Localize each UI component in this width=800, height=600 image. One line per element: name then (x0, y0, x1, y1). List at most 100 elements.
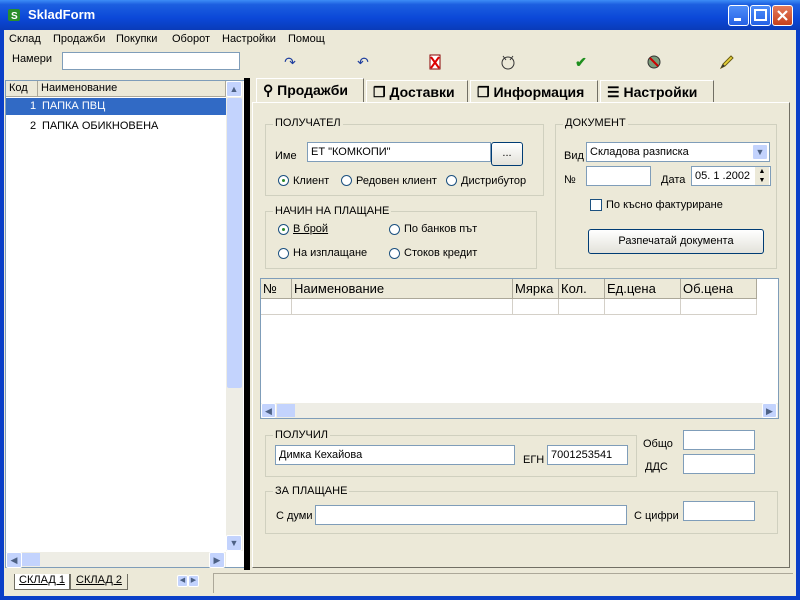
payment-method-group (265, 211, 537, 269)
radio-cash-label: В брой (293, 223, 329, 235)
column-header-unit[interactable]: Мярка (513, 279, 559, 299)
grid-cell[interactable] (605, 299, 681, 315)
radio-client-label: Клиент (293, 175, 330, 187)
grid-cell[interactable] (681, 299, 757, 315)
find-input[interactable] (62, 52, 240, 70)
scroll-thumb[interactable] (22, 553, 40, 566)
late-invoice-checkbox[interactable] (590, 199, 602, 211)
grid-horizontal-scrollbar[interactable] (261, 403, 778, 418)
name-label: Име (275, 150, 297, 162)
scroll-thumb[interactable] (227, 98, 242, 388)
radio-distributor[interactable] (446, 175, 457, 186)
menu-turnover[interactable]: Оборот (172, 33, 210, 45)
tab-sales[interactable]: ⚲ Продажби (256, 78, 364, 103)
window-title: SkladForm (28, 7, 96, 22)
radio-regular-client[interactable] (341, 175, 352, 186)
splitter[interactable] (244, 78, 250, 570)
column-header-total-price[interactable]: Об.цена (681, 279, 757, 299)
total-field[interactable] (683, 430, 755, 450)
redo-icon[interactable]: ↷ (280, 52, 300, 72)
print-document-button[interactable]: Разпечатай документа (588, 229, 764, 254)
radio-bank-label: По банков път (404, 223, 478, 235)
table-row[interactable]: 1 ПАПКА ПВЦ (6, 98, 226, 115)
scroll-left-icon[interactable]: ◀ (6, 552, 22, 568)
doc-type-select[interactable]: Складова разписка (586, 142, 770, 162)
menu-sklad[interactable]: Склад (9, 33, 41, 45)
undo-icon[interactable]: ↶ (353, 52, 373, 72)
list-icon: ☰ (607, 84, 620, 100)
vat-label: ДДС (645, 461, 668, 473)
radio-goods-credit[interactable] (389, 248, 400, 259)
grid-cell[interactable] (261, 299, 292, 315)
tab-scroll-left-icon[interactable]: ◀ (177, 575, 188, 587)
chevron-down-icon[interactable]: ▼ (752, 144, 768, 160)
tab-label: Настройки (623, 84, 698, 100)
tab-label: Информация (493, 84, 585, 100)
grid-cell[interactable] (292, 299, 513, 315)
column-header-qty[interactable]: Кол. (559, 279, 605, 299)
status-panel (213, 573, 793, 593)
in-digits-label: С цифри (634, 510, 679, 522)
in-words-label: С думи (276, 510, 313, 522)
row-code: 1 (30, 100, 37, 112)
doc-type-label: Вид (564, 150, 584, 162)
app-icon: S (6, 7, 22, 23)
tab-scroll-right-icon[interactable]: ▶ (188, 575, 199, 587)
scroll-up-icon[interactable]: ▲ (226, 81, 242, 97)
radio-goods-credit-label: Стоков кредит (404, 247, 478, 259)
tab-settings[interactable]: ☰ Настройки (600, 80, 714, 102)
find-label: Намери (12, 53, 53, 65)
scroll-right-icon[interactable]: ▶ (762, 403, 777, 418)
delete-document-icon[interactable] (425, 52, 445, 72)
amount-in-digits-field[interactable] (683, 501, 755, 521)
doc-number-field[interactable] (586, 166, 651, 186)
items-list[interactable] (5, 80, 245, 568)
scroll-right-icon[interactable]: ▶ (209, 552, 225, 568)
column-header-no[interactable]: № (261, 279, 292, 299)
radio-bank[interactable] (389, 224, 400, 235)
clear-icon[interactable] (644, 52, 664, 72)
title-bar[interactable] (0, 0, 800, 30)
radio-cash[interactable] (278, 224, 289, 235)
tab-label: Доставки (389, 84, 455, 100)
edit-pencil-icon[interactable] (717, 52, 737, 72)
vat-field[interactable] (683, 454, 755, 474)
scroll-left-icon[interactable]: ◀ (261, 403, 276, 418)
amount-in-words-field[interactable] (315, 505, 627, 525)
maximize-icon (754, 9, 767, 21)
menu-settings[interactable]: Настройки (222, 33, 276, 45)
browse-recipient-button[interactable]: ... (491, 142, 523, 166)
minimize-button[interactable] (728, 5, 749, 26)
grid-cell[interactable] (559, 299, 605, 315)
cancel-icon[interactable] (498, 52, 518, 72)
received-by-field[interactable]: Димка Кехайова (275, 445, 515, 465)
menu-purchases[interactable]: Покупки (116, 33, 157, 45)
egn-field[interactable]: 7001253541 (547, 445, 628, 465)
scroll-thumb[interactable] (277, 404, 295, 417)
table-row[interactable]: 2 ПАПКА ОБИКНОВЕНА (6, 118, 226, 135)
to-pay-group-label: ЗА ПЛАЩАНЕ (273, 485, 350, 497)
minimize-icon (734, 18, 741, 21)
date-spinner-icon[interactable]: ▲ ▼ (755, 167, 769, 185)
menu-sales[interactable]: Продажби (53, 33, 105, 45)
column-header-unit-price[interactable]: Ед.цена (605, 279, 681, 299)
close-button[interactable] (772, 5, 793, 26)
tab-sklad-2[interactable]: СКЛАД 2 (70, 574, 128, 590)
tab-sklad-1[interactable]: СКЛАД 1 (14, 574, 70, 590)
column-header-name[interactable]: Наименование (292, 279, 513, 299)
column-header-code[interactable]: Код (6, 81, 38, 97)
column-header-name[interactable]: Наименование (38, 81, 226, 97)
recipient-name-field[interactable]: ЕТ "КОМКОПИ" (307, 142, 491, 162)
confirm-check-icon[interactable]: ✔ (571, 52, 591, 72)
row-code: 2 (30, 120, 37, 132)
maximize-button[interactable] (750, 5, 771, 26)
tab-deliveries[interactable]: ❐ Доставки (366, 80, 468, 102)
radio-installments[interactable] (278, 248, 289, 259)
grid-cell[interactable] (513, 299, 559, 315)
tab-information[interactable]: ❐ Информация (470, 80, 598, 102)
svg-text:S: S (11, 11, 18, 22)
scroll-down-icon[interactable]: ▼ (226, 535, 242, 551)
egn-label: ЕГН (523, 454, 545, 466)
menu-help[interactable]: Помощ (288, 33, 325, 45)
radio-client[interactable] (278, 175, 289, 186)
